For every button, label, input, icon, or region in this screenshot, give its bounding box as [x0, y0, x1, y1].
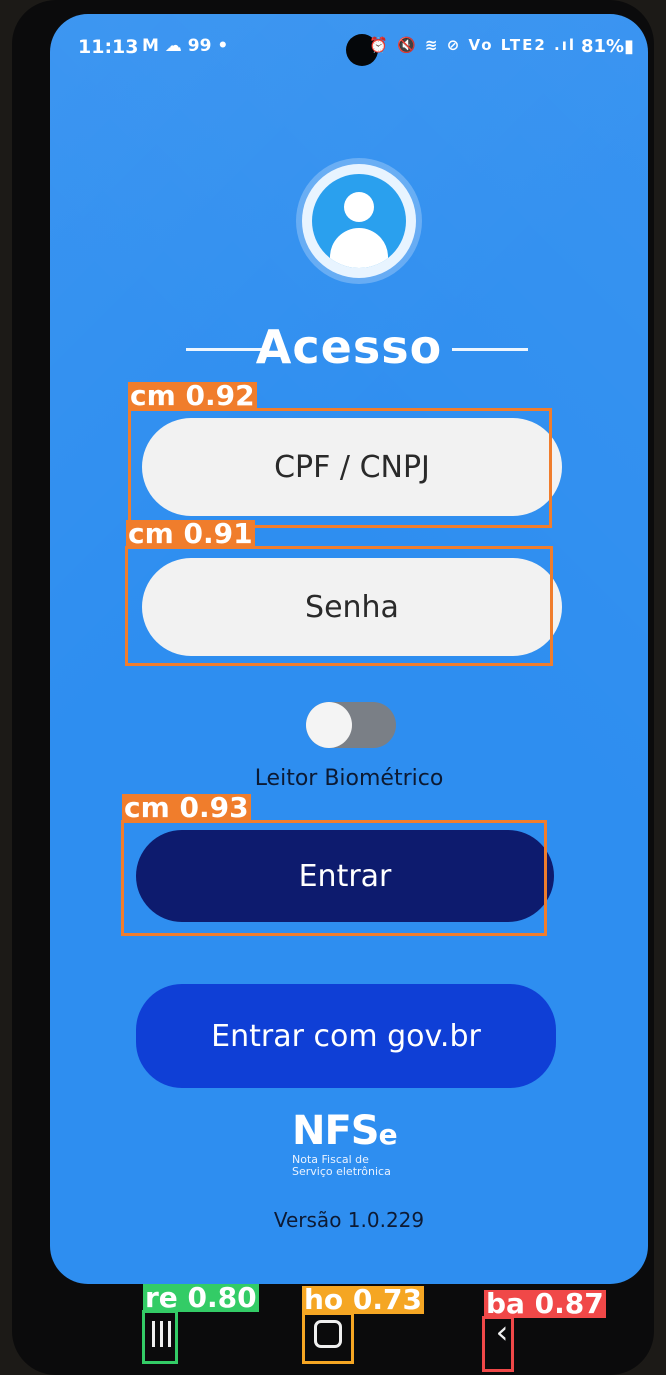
user-avatar-icon	[302, 164, 416, 278]
phone-frame: 11:13 M ☁ 99 • ⏰ 🔇 ≋ ⊘ Vo LTE2 .ıl 81%▮ …	[12, 0, 654, 1375]
page-title-text: Acesso	[255, 320, 443, 374]
status-bar: 11:13 M ☁ 99 • ⏰ 🔇 ≋ ⊘ Vo LTE2 .ıl 81%▮	[50, 14, 648, 78]
nfse-logo-main: NFS	[292, 1108, 380, 1154]
gov-br-login-button[interactable]: Entrar com gov.br	[136, 984, 556, 1088]
detection-label-cpf: cm 0.92	[128, 379, 257, 412]
detection-box-entrar	[121, 820, 547, 936]
detection-box-home	[302, 1312, 354, 1364]
system-status-icons: ⏰ 🔇 ≋ ⊘ Vo LTE2 .ıl	[369, 36, 576, 54]
nfse-logo: NFSe Nota Fiscal de Serviço eletrônica	[292, 1108, 398, 1178]
detection-label-senha: cm 0.91	[126, 517, 255, 550]
detection-box-senha	[125, 546, 553, 666]
detection-label-back: ba 0.87	[484, 1287, 606, 1320]
biometric-toggle[interactable]	[306, 702, 396, 748]
detection-label-home: ho 0.73	[302, 1283, 425, 1316]
page-title: Acesso	[50, 320, 648, 374]
notification-icons: M ☁ 99 •	[142, 36, 229, 56]
detection-label-recents: re 0.80	[143, 1281, 259, 1314]
nfse-logo-e: e	[378, 1118, 398, 1151]
app-version: Versão 1.0.229	[273, 1208, 425, 1232]
detection-label-entrar: cm 0.93	[122, 791, 251, 824]
detection-box-cpf	[128, 408, 552, 528]
toggle-knob	[306, 702, 352, 748]
detection-box-recents	[142, 1310, 178, 1364]
title-divider-right	[452, 348, 528, 351]
battery-indicator: 81%▮	[581, 36, 634, 57]
status-time: 11:13	[78, 36, 139, 58]
biometric-label: Leitor Biométrico	[254, 766, 444, 791]
nfse-subtitle-2: Serviço eletrônica	[292, 1165, 391, 1178]
detection-box-back	[482, 1316, 514, 1372]
